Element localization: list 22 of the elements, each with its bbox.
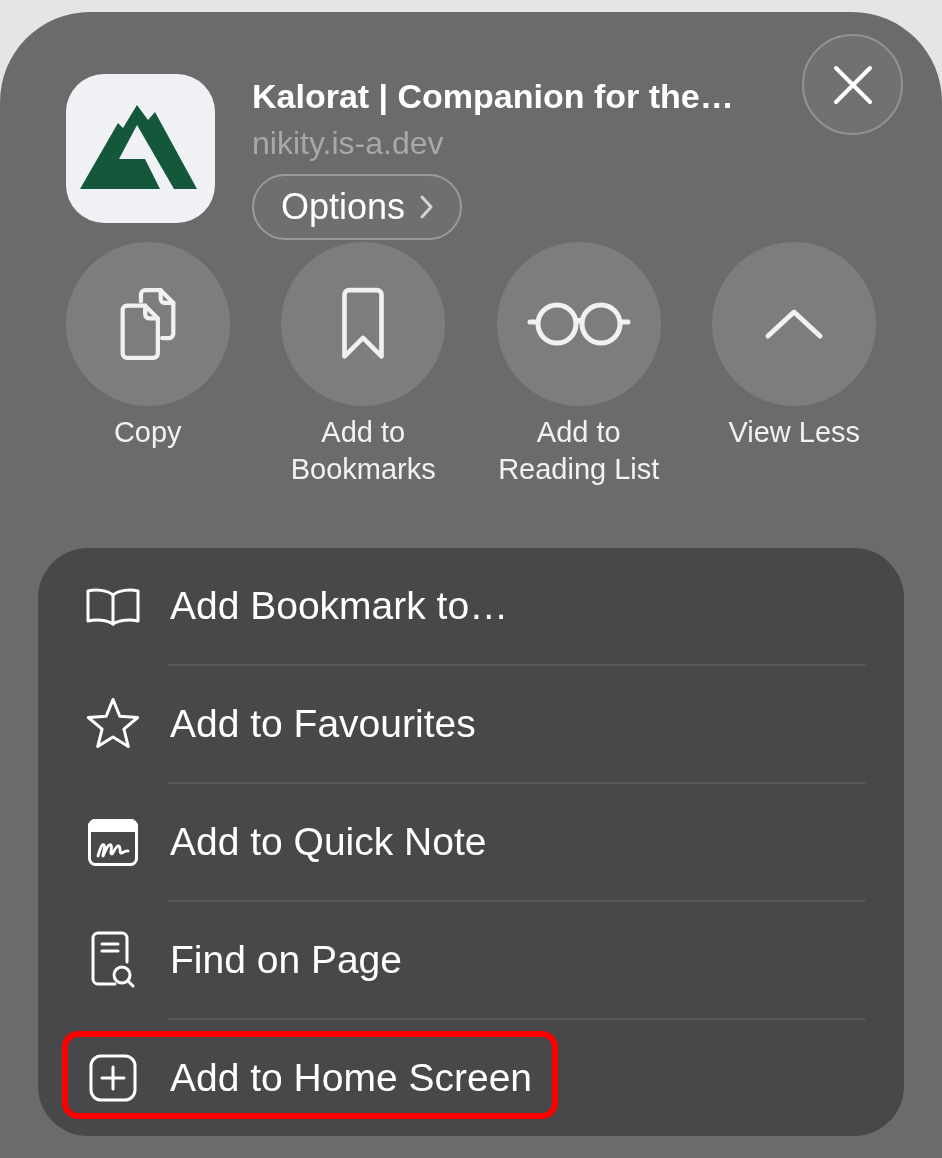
close-icon: [832, 64, 873, 105]
action-label: View Less: [728, 415, 861, 450]
menu-item[interactable]: Add to Favourites: [38, 666, 904, 782]
note-signature-icon: [88, 818, 138, 866]
plus-square-icon: [89, 1054, 137, 1102]
action-label: Copy: [113, 415, 182, 450]
glasses-icon: [526, 302, 631, 346]
menu-item[interactable]: Find on Page: [38, 902, 904, 1018]
chevron-up-icon: [764, 308, 825, 340]
open-book-icon: [85, 586, 141, 626]
menu-item[interactable]: Add to Home Screen: [38, 1020, 904, 1136]
star-icon: [85, 697, 141, 751]
action-label: Add to Bookmarks: [289, 415, 437, 487]
document-search-icon: [90, 930, 136, 990]
options-button[interactable]: Options: [252, 174, 463, 240]
menu-item[interactable]: Add to Quick Note: [38, 784, 904, 900]
chevron-right-icon: [419, 194, 435, 220]
page-title: Kalorat | Companion for the…: [252, 76, 734, 116]
menu-item[interactable]: Add Bookmark to…: [38, 548, 904, 664]
action-label: Add to Reading List: [497, 415, 661, 487]
page-url: nikity.is-a.dev: [252, 124, 444, 163]
mountain-logo-icon: [66, 74, 215, 223]
